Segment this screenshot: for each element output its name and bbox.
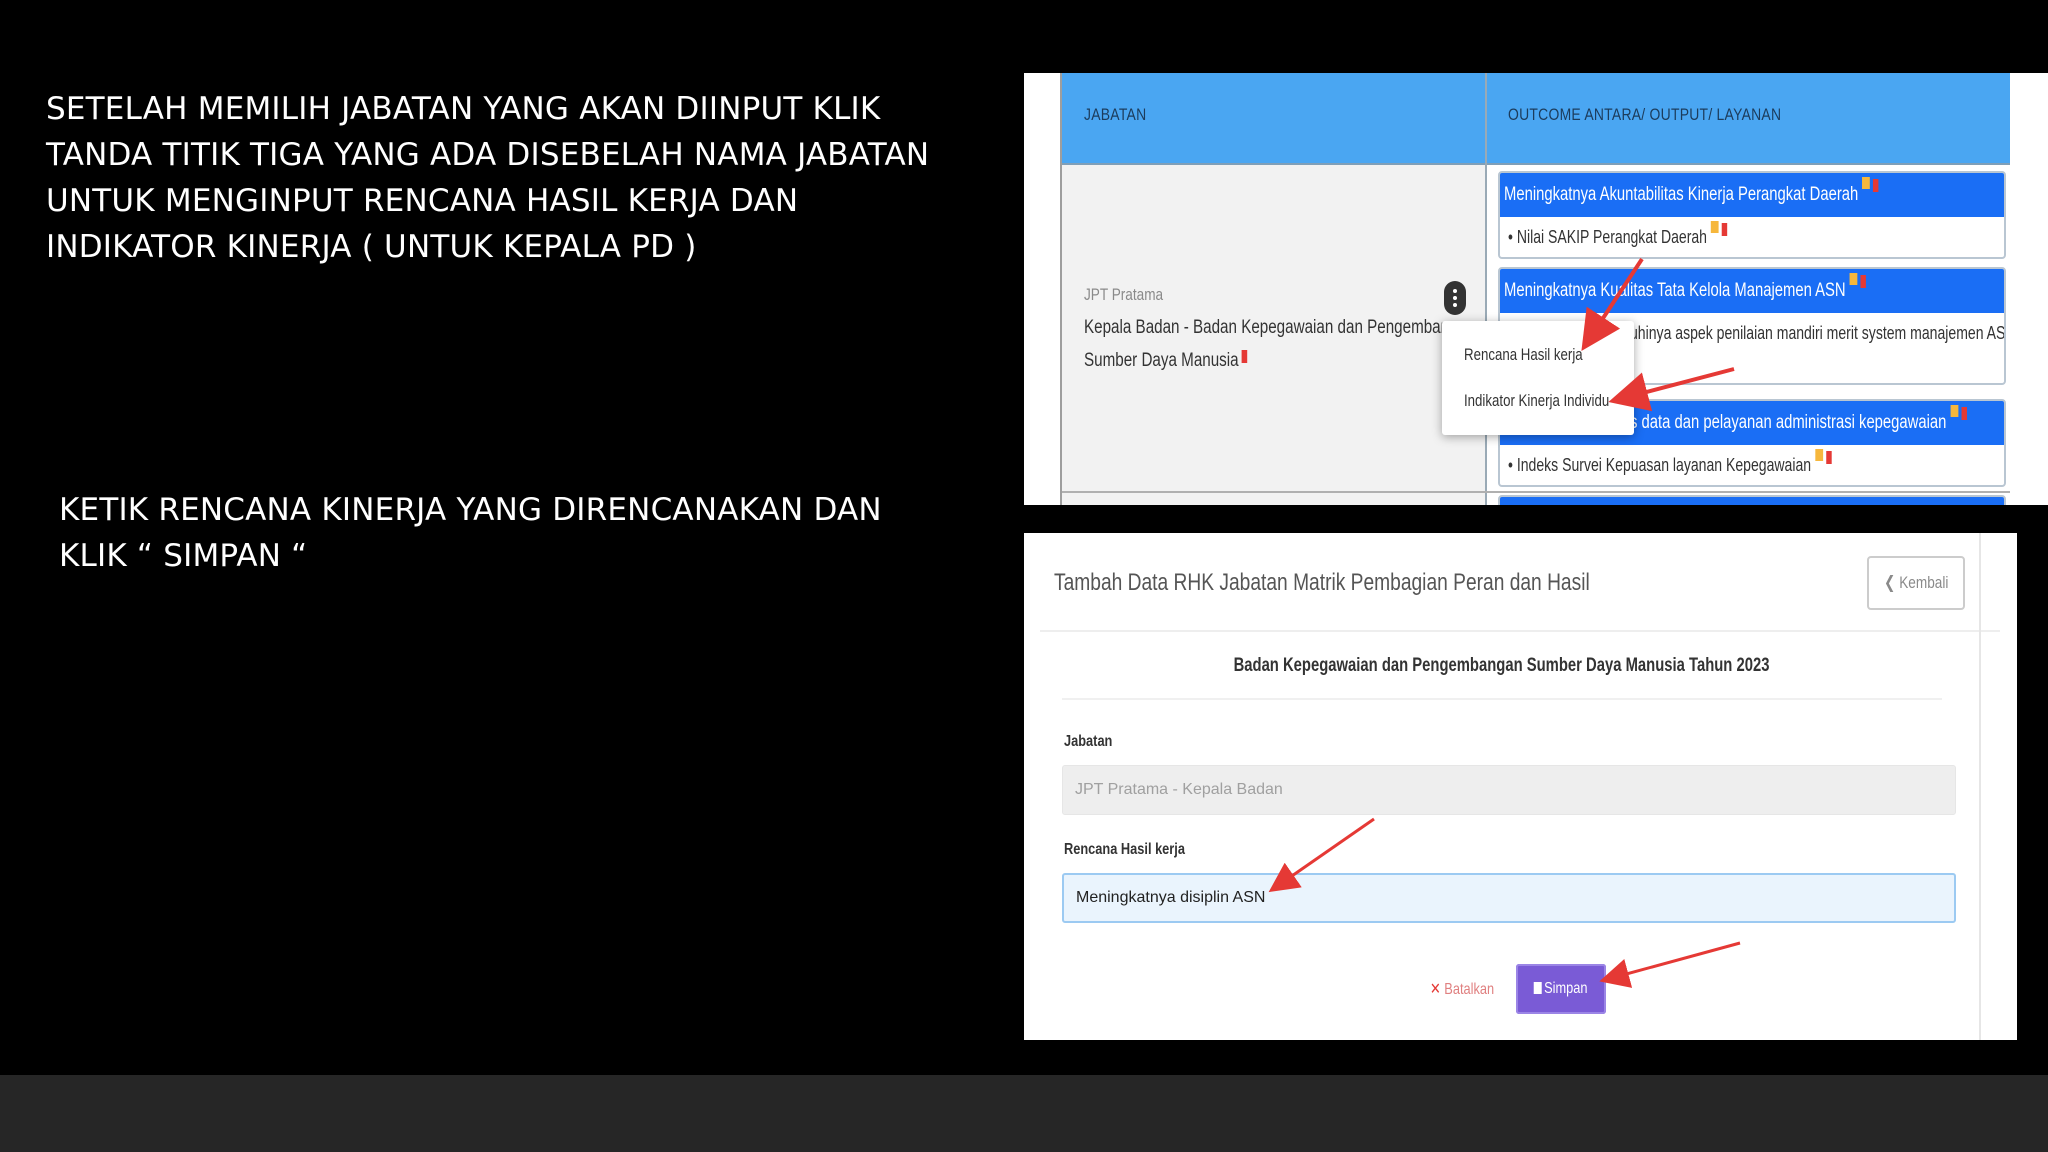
arrow-annotation: [1268, 817, 1375, 893]
bottom-bar: [0, 1075, 2048, 1152]
instruction-step-1: SETELAH MEMILIH JABATAN YANG AKAN DIINPU…: [46, 91, 930, 265]
instruction-step-2: KETIK RENCANA KINERJA YANG DIRENCANAKAN …: [59, 492, 882, 574]
screenshot-form: Tambah Data RHK Jabatan Matrik Pembagian…: [1024, 533, 2017, 1040]
arrow-annotation: [1581, 257, 1644, 352]
annotation-arrows: [1268, 817, 1741, 988]
arrow-annotation: [1608, 367, 1735, 412]
arrow-annotation: [1599, 941, 1741, 988]
screenshot-table: JABATAN OUTCOME ANTARA/ OUTPUT/ LAYANAN …: [1024, 73, 2048, 505]
annotation-arrows: [1581, 257, 1735, 412]
